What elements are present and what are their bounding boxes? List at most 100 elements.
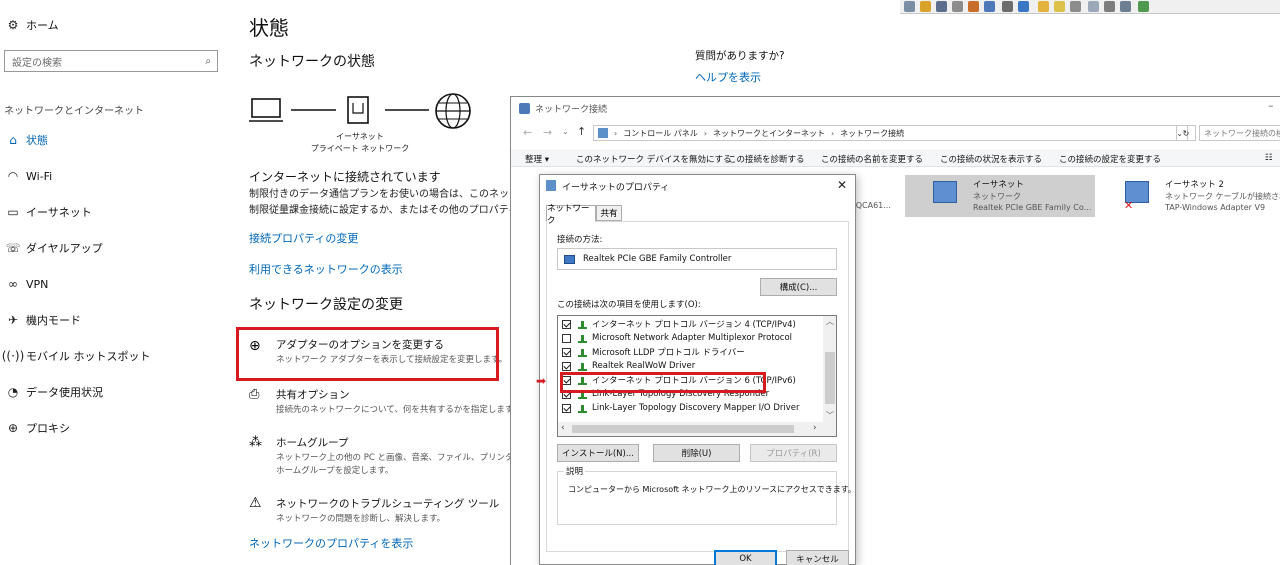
organize-menu[interactable]: 整理 ▾ — [525, 153, 549, 165]
install-button[interactable]: インストール(N)... — [557, 444, 639, 462]
sidebar-item-hotspot[interactable]: ((·)) モバイル ホットスポット — [0, 344, 151, 368]
dialup-icon: ☏ — [5, 241, 21, 255]
configure-button[interactable]: 構成(C)... — [760, 278, 837, 296]
scrollbar-thumb[interactable] — [825, 352, 835, 404]
list-item[interactable]: Microsoft Network Adapter Multiplexor Pr… — [562, 331, 792, 345]
list-item[interactable]: Realtek RealWoW Driver — [562, 359, 695, 373]
search-icon[interactable]: ⌕ — [205, 56, 217, 67]
list-item[interactable]: Link-Layer Topology Discovery Mapper I/O… — [562, 401, 799, 415]
connected-heading: インターネットに接続されています — [249, 170, 441, 184]
address-bar[interactable]: › コントロール パネル › ネットワークとインターネット › ネットワーク接続… — [593, 125, 1188, 141]
back-arrow-icon[interactable]: ← — [523, 126, 532, 139]
recent-dropdown-icon[interactable]: ⌄ — [562, 127, 569, 136]
sidebar-item-status[interactable]: ⌂ 状態 — [0, 128, 48, 152]
view-options-icon[interactable]: ☷ — [1265, 153, 1273, 163]
disable-device-button[interactable]: このネットワーク デバイスを無効にする — [576, 153, 732, 165]
toolbar-tool-icon[interactable] — [904, 1, 915, 12]
toolbar-tool-icon[interactable] — [952, 1, 963, 12]
scrollbar-thumb[interactable] — [572, 425, 794, 433]
horizontal-scrollbar[interactable]: ‹ › — [558, 422, 836, 436]
tab-sharing[interactable]: 共有 — [596, 205, 622, 221]
sidebar-item-vpn[interactable]: ∞ VPN — [0, 272, 48, 296]
cancel-button[interactable]: キャンセル — [786, 550, 849, 565]
up-arrow-icon[interactable]: ↑ — [577, 125, 586, 138]
checkbox[interactable] — [562, 319, 571, 329]
toolbar-tool-icon[interactable] — [984, 1, 995, 12]
home-icon: ⌂ — [9, 133, 17, 147]
scroll-right-icon[interactable]: › — [813, 423, 817, 433]
highlight-box-adapter-option — [236, 327, 499, 381]
option-troubleshooter[interactable]: ⚠ ネットワークのトラブルシューティング ツール ネットワークの問題を診断し、解… — [249, 495, 509, 529]
breadcrumb-item[interactable]: コントロール パネル — [623, 128, 698, 139]
toolbar-tool-icon[interactable] — [1038, 1, 1049, 12]
view-status-button[interactable]: この接続の状況を表示する — [940, 153, 1042, 165]
toolbar-tool-icon[interactable] — [1138, 1, 1149, 12]
list-item[interactable]: インターネット プロトコル バージョン 4 (TCP/IPv4) — [562, 317, 796, 331]
sidebar-item-data-usage[interactable]: ◔ データ使用状況 — [0, 380, 103, 404]
sidebar-item-proxy[interactable]: ⊕ プロキシ — [0, 416, 70, 440]
rename-button[interactable]: この接続の名前を変更する — [821, 153, 923, 165]
desktop: ⚙ ホーム 設定の検索 ⌕ ネットワークとインターネット ⌂ 状態 ◠ Wi-F… — [0, 0, 1280, 565]
hotspot-icon: ((·)) — [1, 349, 25, 363]
refresh-button[interactable]: ↻ — [1176, 125, 1196, 141]
gear-icon: ⚙ — [7, 18, 19, 32]
toolbar-tool-icon[interactable] — [1054, 1, 1065, 12]
connection-item-ethernet[interactable]: イーサネット ネットワーク Realtek PCIe GBE Family Co… — [905, 175, 1095, 217]
diagnose-button[interactable]: この接続を診断する — [728, 153, 805, 165]
sidebar-item-airplane[interactable]: ✈ 機内モード — [0, 308, 81, 332]
network-card-icon — [564, 254, 575, 264]
command-bar: 整理 ▾ このネットワーク デバイスを無効にする この接続を診断する この接続の… — [511, 149, 1280, 167]
close-icon[interactable]: ✕ — [837, 178, 847, 192]
toolbar-tool-icon[interactable] — [968, 1, 979, 12]
option-homegroup[interactable]: ⁂ ホームグループ ネットワーク上の他の PC と画像、音楽、ファイル、プリンタ… — [249, 434, 539, 478]
toolbar-tool-icon[interactable] — [936, 1, 947, 12]
ok-button[interactable]: OK — [714, 550, 777, 565]
forward-arrow-icon[interactable]: → — [543, 126, 552, 139]
tab-network[interactable]: ネットワーク — [546, 204, 596, 226]
toolbar-tool-icon[interactable] — [1002, 1, 1013, 12]
minimize-icon[interactable]: – — [1268, 99, 1274, 112]
breadcrumb-item[interactable]: ネットワーク接続 — [840, 128, 904, 139]
toolbar-tool-icon[interactable] — [1018, 1, 1029, 12]
toolbar-tool-icon[interactable] — [1104, 1, 1115, 12]
dialog-titlebar: イーサネットのプロパティ ✕ — [540, 175, 855, 197]
sidebar-home[interactable]: ⚙ ホーム — [0, 13, 59, 37]
laptop-icon — [249, 98, 283, 122]
sharing-icon: ⎙ — [249, 387, 260, 402]
checkbox[interactable] — [562, 361, 571, 371]
airplane-icon: ✈ — [7, 313, 19, 327]
scroll-left-icon[interactable]: ‹ — [561, 423, 565, 433]
checkbox[interactable] — [562, 333, 571, 343]
toolbar-tool-icon[interactable] — [1120, 1, 1131, 12]
page-title: 状態 — [249, 16, 289, 40]
breadcrumb-item[interactable]: ネットワークとインターネット — [713, 128, 825, 139]
scroll-down-icon[interactable]: ﹀ — [826, 410, 834, 421]
toolbar-tool-icon[interactable] — [1088, 1, 1099, 12]
sidebar-item-wifi[interactable]: ◠ Wi-Fi — [0, 164, 53, 188]
breadcrumb-separator-icon: › — [614, 128, 618, 138]
vertical-scrollbar[interactable]: ︿ ﹀ — [823, 316, 836, 422]
connection-item-ethernet-2[interactable]: ✕ イーサネット 2 ネットワーク ケーブルが接続され... TAP-Windo… — [1123, 175, 1280, 217]
link-show-available-networks[interactable]: 利用できるネットワークの表示 — [249, 261, 403, 277]
list-item[interactable]: Microsoft LLDP プロトコル ドライバー — [562, 345, 745, 359]
highlight-box-ipv6 — [560, 372, 766, 393]
option-sharing[interactable]: ⎙ 共有オプション 接続先のネットワークについて、何を共有するかを指定します。 — [249, 386, 521, 420]
search-input[interactable]: ネットワーク接続の検索 — [1199, 125, 1280, 141]
settings-search-box[interactable]: 設定の検索 ⌕ — [4, 50, 218, 72]
link-network-properties[interactable]: ネットワークのプロパティを表示 — [249, 535, 413, 551]
properties-button[interactable]: プロパティ(R) — [750, 444, 837, 462]
help-link[interactable]: ヘルプを表示 — [695, 69, 761, 85]
toolbar-tool-icon[interactable] — [1070, 1, 1081, 12]
change-settings-button[interactable]: この接続の設定を変更する — [1059, 153, 1161, 165]
uninstall-button[interactable]: 削除(U) — [653, 444, 740, 462]
sidebar-item-dialup[interactable]: ☏ ダイヤルアップ — [0, 236, 102, 260]
disconnected-x-icon: ✕ — [1124, 199, 1134, 212]
scroll-up-icon[interactable]: ︿ — [826, 316, 834, 327]
sidebar-item-ethernet[interactable]: ▭ イーサネット — [0, 200, 91, 224]
checkbox[interactable] — [562, 403, 571, 413]
link-change-connection-properties[interactable]: 接続プロパティの変更 — [249, 230, 358, 246]
network-adapter-icon — [933, 181, 957, 203]
background-toolbar — [900, 0, 1280, 14]
toolbar-tool-icon[interactable] — [920, 1, 931, 12]
checkbox[interactable] — [562, 347, 571, 357]
